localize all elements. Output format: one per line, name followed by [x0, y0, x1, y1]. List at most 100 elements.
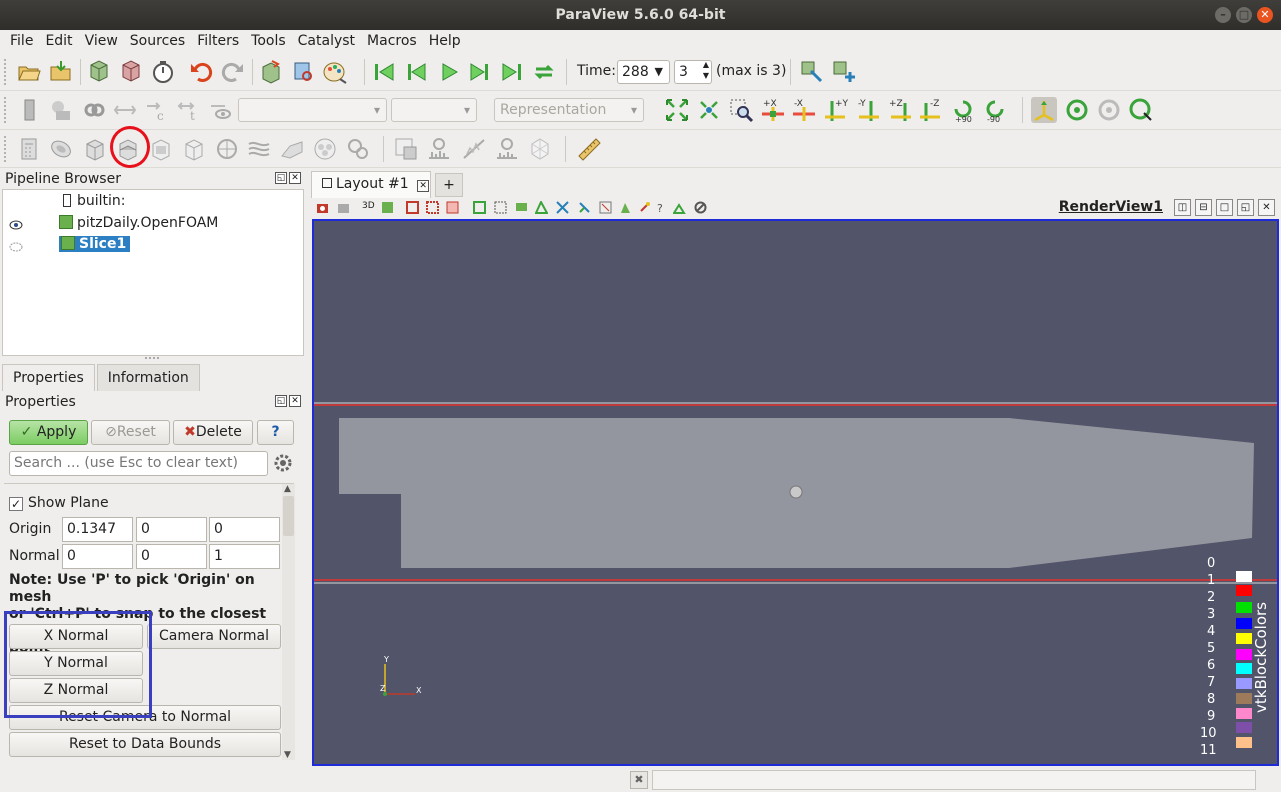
origin-z-field[interactable]: 0: [209, 517, 280, 542]
menu-macros[interactable]: Macros: [361, 30, 423, 52]
plot-data-icon[interactable]: [494, 136, 520, 162]
load-state-icon[interactable]: [48, 59, 74, 85]
menu-tools[interactable]: Tools: [245, 30, 292, 52]
next-frame-icon[interactable]: [467, 59, 493, 85]
menu-view[interactable]: View: [79, 30, 124, 52]
view-minus-x-icon[interactable]: -X: [791, 97, 817, 123]
view-minus-y-icon[interactable]: -Y: [855, 97, 881, 123]
reset-range-icon[interactable]: [81, 97, 107, 123]
tab-properties[interactable]: Properties: [2, 364, 95, 391]
hover-cells-icon[interactable]: [578, 201, 591, 214]
camera-normal-button[interactable]: Camera Normal: [147, 624, 281, 649]
maximize-button[interactable]: □: [1236, 7, 1252, 23]
find-data-icon[interactable]: [290, 59, 316, 85]
save-data-icon[interactable]: [86, 59, 112, 85]
close-tab-icon[interactable]: ✕: [417, 180, 430, 192]
zoom-to-box-icon[interactable]: [728, 97, 754, 123]
save-state-icon[interactable]: [118, 59, 144, 85]
gradient-icon[interactable]: [527, 136, 553, 162]
ruler-icon[interactable]: [576, 136, 602, 162]
capture-screenshot-icon[interactable]: [316, 201, 329, 214]
split-vertical-icon[interactable]: ⊟: [1195, 199, 1212, 216]
show-plane-checkbox[interactable]: ✓: [9, 497, 23, 511]
scroll-down-icon[interactable]: ▼: [284, 750, 291, 760]
render-view[interactable]: Y X Z 0 1 2 3 4 5 6 7 8 9 10 11 vtkBlock…: [312, 219, 1279, 766]
representation-select[interactable]: Representation: [494, 98, 644, 122]
menu-catalyst[interactable]: Catalyst: [292, 30, 361, 52]
hover-points-icon[interactable]: [556, 201, 569, 214]
view-plus-z-icon[interactable]: +Z: [887, 97, 913, 123]
select-block-icon[interactable]: [473, 201, 486, 214]
previous-frame-icon[interactable]: [403, 59, 429, 85]
rotate-minus-90-icon[interactable]: -90: [982, 97, 1008, 123]
edit-color-map-icon[interactable]: [48, 97, 74, 123]
redo-icon[interactable]: [220, 59, 246, 85]
close-icon[interactable]: ✕: [289, 395, 301, 407]
scroll-up-icon[interactable]: ▲: [284, 484, 291, 494]
warp-vector-icon[interactable]: [279, 136, 305, 162]
select-cells-through-icon[interactable]: [446, 201, 459, 214]
menu-filters[interactable]: Filters: [191, 30, 245, 52]
clear-status-icon[interactable]: ✖: [630, 771, 648, 789]
normal-z-field[interactable]: 1: [209, 544, 280, 569]
close-view-icon[interactable]: ✕: [1258, 199, 1275, 216]
shrink-selection-icon[interactable]: [619, 201, 632, 214]
clear-selection-icon[interactable]: [638, 201, 651, 214]
reset-center-icon[interactable]: [1096, 97, 1122, 123]
undo-icon[interactable]: [188, 59, 214, 85]
toolbar-grip[interactable]: [4, 136, 8, 162]
glyph-icon[interactable]: [214, 136, 240, 162]
loop-icon[interactable]: [531, 59, 557, 85]
plot-selection-over-time-icon[interactable]: [426, 136, 452, 162]
rescale-custom-c-icon[interactable]: c: [144, 97, 170, 123]
time-value-select[interactable]: 288 ▼: [617, 60, 670, 84]
plot-over-line-icon[interactable]: [461, 136, 487, 162]
menu-file[interactable]: File: [0, 30, 39, 52]
open-icon[interactable]: [16, 59, 42, 85]
float-view-icon[interactable]: ◱: [1237, 199, 1254, 216]
extract-selection-icon[interactable]: [393, 136, 419, 162]
eye-icon[interactable]: [9, 220, 23, 230]
maximize-view-icon[interactable]: □: [1216, 199, 1233, 216]
show-center-icon[interactable]: [1064, 97, 1090, 123]
origin-y-field[interactable]: 0: [136, 517, 207, 542]
hover-help-icon[interactable]: ?: [655, 201, 668, 214]
clip-icon[interactable]: [82, 136, 108, 162]
select-points-through-icon[interactable]: [494, 201, 507, 214]
threshold-icon[interactable]: [148, 136, 174, 162]
show-orientation-axes-icon[interactable]: [1031, 97, 1057, 123]
toolbar-grip[interactable]: [4, 59, 8, 85]
calculator-icon[interactable]: [16, 136, 42, 162]
rescale-temporal-icon[interactable]: t: [176, 97, 202, 123]
search-input[interactable]: Search ... (use Esc to clear text): [9, 451, 268, 476]
first-frame-icon[interactable]: [371, 59, 397, 85]
grow-selection-icon[interactable]: [599, 201, 612, 214]
pick-center-icon[interactable]: [1128, 97, 1154, 123]
float-icon[interactable]: ◱: [275, 172, 287, 184]
float-icon[interactable]: ◱: [275, 395, 287, 407]
rescale-custom-icon[interactable]: [112, 97, 138, 123]
close-icon[interactable]: ✕: [289, 172, 301, 184]
last-frame-icon[interactable]: [499, 59, 525, 85]
toggle-3d-button[interactable]: 3D: [362, 201, 380, 214]
rotate-plus-90-icon[interactable]: +90: [950, 97, 976, 123]
rescale-visible-icon[interactable]: [208, 97, 234, 123]
apply-button[interactable]: ✓ Apply: [9, 420, 88, 445]
add-camera-icon[interactable]: [831, 59, 857, 85]
close-button[interactable]: ✕: [1257, 7, 1273, 23]
menu-edit[interactable]: Edit: [39, 30, 78, 52]
group-datasets-icon[interactable]: [312, 136, 338, 162]
time-index-spinbox[interactable]: 3 ▲ ▼: [674, 60, 712, 84]
color-palette-icon[interactable]: [322, 59, 348, 85]
menu-sources[interactable]: Sources: [124, 30, 191, 52]
timer-icon[interactable]: [150, 59, 176, 85]
pipeline-item-slice1[interactable]: Slice1: [59, 236, 131, 252]
component-select[interactable]: [391, 98, 477, 122]
view-plus-y-icon[interactable]: +Y: [823, 97, 849, 123]
reset-button[interactable]: ⊘Reset: [91, 420, 170, 445]
pipeline-item-pitzdaily[interactable]: pitzDaily.OpenFOAM: [59, 215, 218, 231]
tab-information[interactable]: Information: [96, 364, 200, 391]
reset-session-icon[interactable]: [258, 59, 284, 85]
color-by-select[interactable]: [238, 98, 387, 122]
delete-button[interactable]: ✖Delete: [173, 420, 253, 445]
